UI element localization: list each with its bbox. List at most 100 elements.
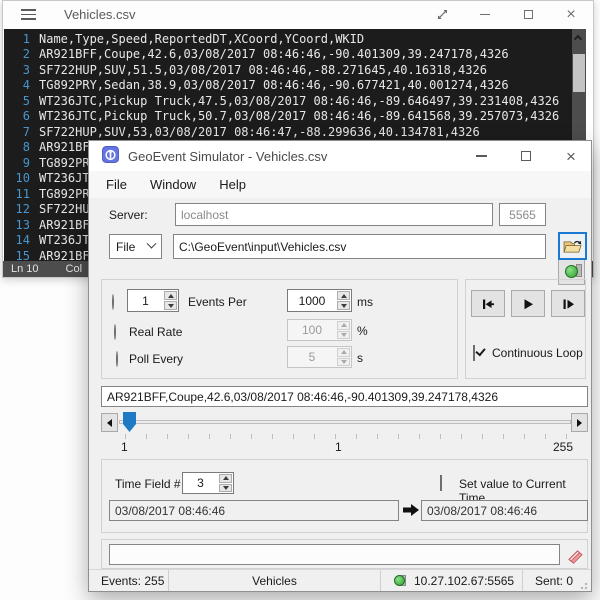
skip-to-start-button[interactable] [471, 290, 505, 317]
events-count-spinner[interactable]: 1 [128, 290, 163, 311]
line-text: WT236JTC,Pickup Truck,50.7,03/08/2017 08… [39, 109, 559, 123]
spin-down-button[interactable] [164, 301, 177, 310]
continuous-loop-checkbox[interactable] [473, 345, 475, 361]
step-forward-button[interactable] [551, 290, 585, 317]
interval-spinner[interactable]: 1000 [288, 290, 336, 311]
minimize-button[interactable] [473, 148, 489, 164]
line-number: 6 [4, 109, 30, 123]
status-col: Col [66, 263, 83, 275]
poll-every-radio[interactable] [116, 351, 118, 367]
line-number: 10 [4, 171, 30, 185]
editor-line: 7SF722HUP,SUV,53,03/08/2017 08:46:47,-88… [4, 124, 586, 140]
message-log-box [109, 544, 560, 565]
ms-unit-label: ms [357, 295, 373, 309]
resize-grip[interactable] [580, 580, 589, 589]
line-text: AR921BF [39, 140, 90, 154]
server-address: 10.27.102.67:5565 [414, 574, 514, 588]
slider-left-button[interactable] [101, 413, 118, 432]
line-text: TG892PR [39, 156, 90, 170]
status-line: Ln 10 [11, 263, 39, 275]
step-forward-icon [560, 296, 576, 312]
line-text: AR921BF [39, 218, 90, 232]
slider-thumb[interactable] [123, 412, 136, 432]
clear-button[interactable] [564, 543, 587, 566]
slider-track[interactable] [119, 420, 571, 424]
slider-current-label: 1 [335, 440, 342, 454]
arrow-right-icon [577, 419, 582, 427]
current-time-checkbox[interactable] [440, 475, 442, 491]
editor-line: 5WT236JTC,Pickup Truck,47.5,03/08/2017 0… [4, 93, 586, 109]
editor-window-title: Vehicles.csv [64, 7, 136, 22]
events-count: Events: 255 [101, 574, 164, 588]
line-text: WT236JT [39, 171, 90, 185]
maximize-button[interactable] [520, 7, 536, 23]
arrow-right-icon [403, 503, 419, 520]
menu-help[interactable]: Help [219, 177, 246, 192]
file-path-input[interactable]: C:\GeoEvent\input\Vehicles.csv [173, 234, 546, 259]
poll-every-label: Poll Every [129, 352, 183, 366]
fullscreen-icon[interactable] [434, 7, 450, 23]
editor-line: 2AR921BFF,Coupe,42.6,03/08/2017 08:46:46… [4, 47, 586, 63]
line-text: TG892PRY,Sedan,38.9,03/08/2017 08:46:46,… [39, 78, 509, 92]
editor-line: 3 SF722HUP,SUV,51.5,03/08/2017 08:46:46,-… [4, 62, 586, 78]
spin-down-button[interactable] [219, 484, 232, 493]
browse-file-button[interactable] [558, 232, 587, 260]
events-per-radio[interactable] [112, 294, 114, 310]
line-text: SF722HUP,SUV,51.5,03/08/2017 08:46:46,-8… [39, 63, 487, 77]
scroll-up-icon[interactable] [574, 35, 582, 43]
line-number: 12 [4, 202, 30, 216]
scrollbar-thumb[interactable] [573, 54, 585, 92]
percent-unit-label: % [357, 324, 368, 338]
menu-file[interactable]: File [106, 177, 127, 192]
minimize-button[interactable] [477, 7, 493, 23]
line-number: 3 [4, 63, 30, 77]
hamburger-menu-icon[interactable] [21, 9, 36, 20]
line-number: 14 [4, 233, 30, 247]
simulator-statusbar: Events: 255 Vehicles 10.27.102.67:5565 S… [89, 569, 591, 591]
seconds-unit-label: s [357, 351, 363, 365]
arrow-left-icon [107, 419, 112, 427]
maximize-button[interactable] [518, 148, 534, 164]
line-text: AR921BF [39, 249, 90, 261]
real-rate-radio[interactable] [114, 324, 116, 340]
server-label: Server: [109, 208, 148, 222]
spin-up-button[interactable] [164, 291, 177, 300]
slider-right-button[interactable] [571, 413, 588, 432]
skip-to-start-icon [480, 296, 496, 312]
line-text: Name,Type,Speed,ReportedDT,XCoord,YCoord… [39, 32, 364, 46]
play-button[interactable] [511, 290, 545, 317]
server-port-input[interactable]: 5565 [499, 203, 546, 226]
line-number: 1 [4, 32, 30, 46]
spin-down-button[interactable] [337, 301, 350, 310]
source-type-dropdown[interactable]: File [109, 234, 162, 259]
chevron-down-icon [147, 239, 157, 249]
rate-group: 1 Events Per 1000 ms Real Rate 100 % Pol… [101, 279, 458, 379]
line-number: 2 [4, 47, 30, 61]
time-field-label: Time Field # [115, 477, 181, 491]
connection-status-icon [391, 572, 408, 589]
editor-line: 4 TG892PRY,Sedan,38.9,03/08/2017 08:46:46… [4, 78, 586, 94]
menu-window[interactable]: Window [150, 177, 196, 192]
folder-open-icon [563, 239, 582, 254]
real-rate-spinner: 100 [288, 320, 336, 340]
line-number: 4 [4, 78, 30, 92]
line-number: 9 [4, 156, 30, 170]
close-button[interactable]: × [563, 7, 579, 23]
editor-titlebar: Vehicles.csv × [3, 1, 593, 28]
line-text: WT236JT [39, 233, 90, 247]
line-number: 7 [4, 125, 30, 139]
events-per-label: Events Per [188, 295, 247, 309]
spin-up-button[interactable] [337, 291, 350, 300]
server-host-input[interactable]: localhost [175, 203, 493, 226]
close-button[interactable]: × [563, 148, 579, 164]
line-number: 8 [4, 140, 30, 154]
spin-up-button[interactable] [219, 474, 232, 483]
event-preview-box[interactable]: AR921BFF,Coupe,42.6,03/08/2017 08:46:46,… [101, 386, 588, 407]
slider-ticks [125, 434, 573, 439]
time-field-spinner[interactable]: 3 [183, 473, 218, 493]
slider-max-label: 255 [553, 440, 573, 454]
line-number: 15 [4, 249, 30, 261]
sent-count: Sent: 0 [535, 574, 573, 588]
real-rate-label: Real Rate [129, 325, 182, 339]
continuous-loop-label: Continuous Loop [492, 346, 583, 360]
